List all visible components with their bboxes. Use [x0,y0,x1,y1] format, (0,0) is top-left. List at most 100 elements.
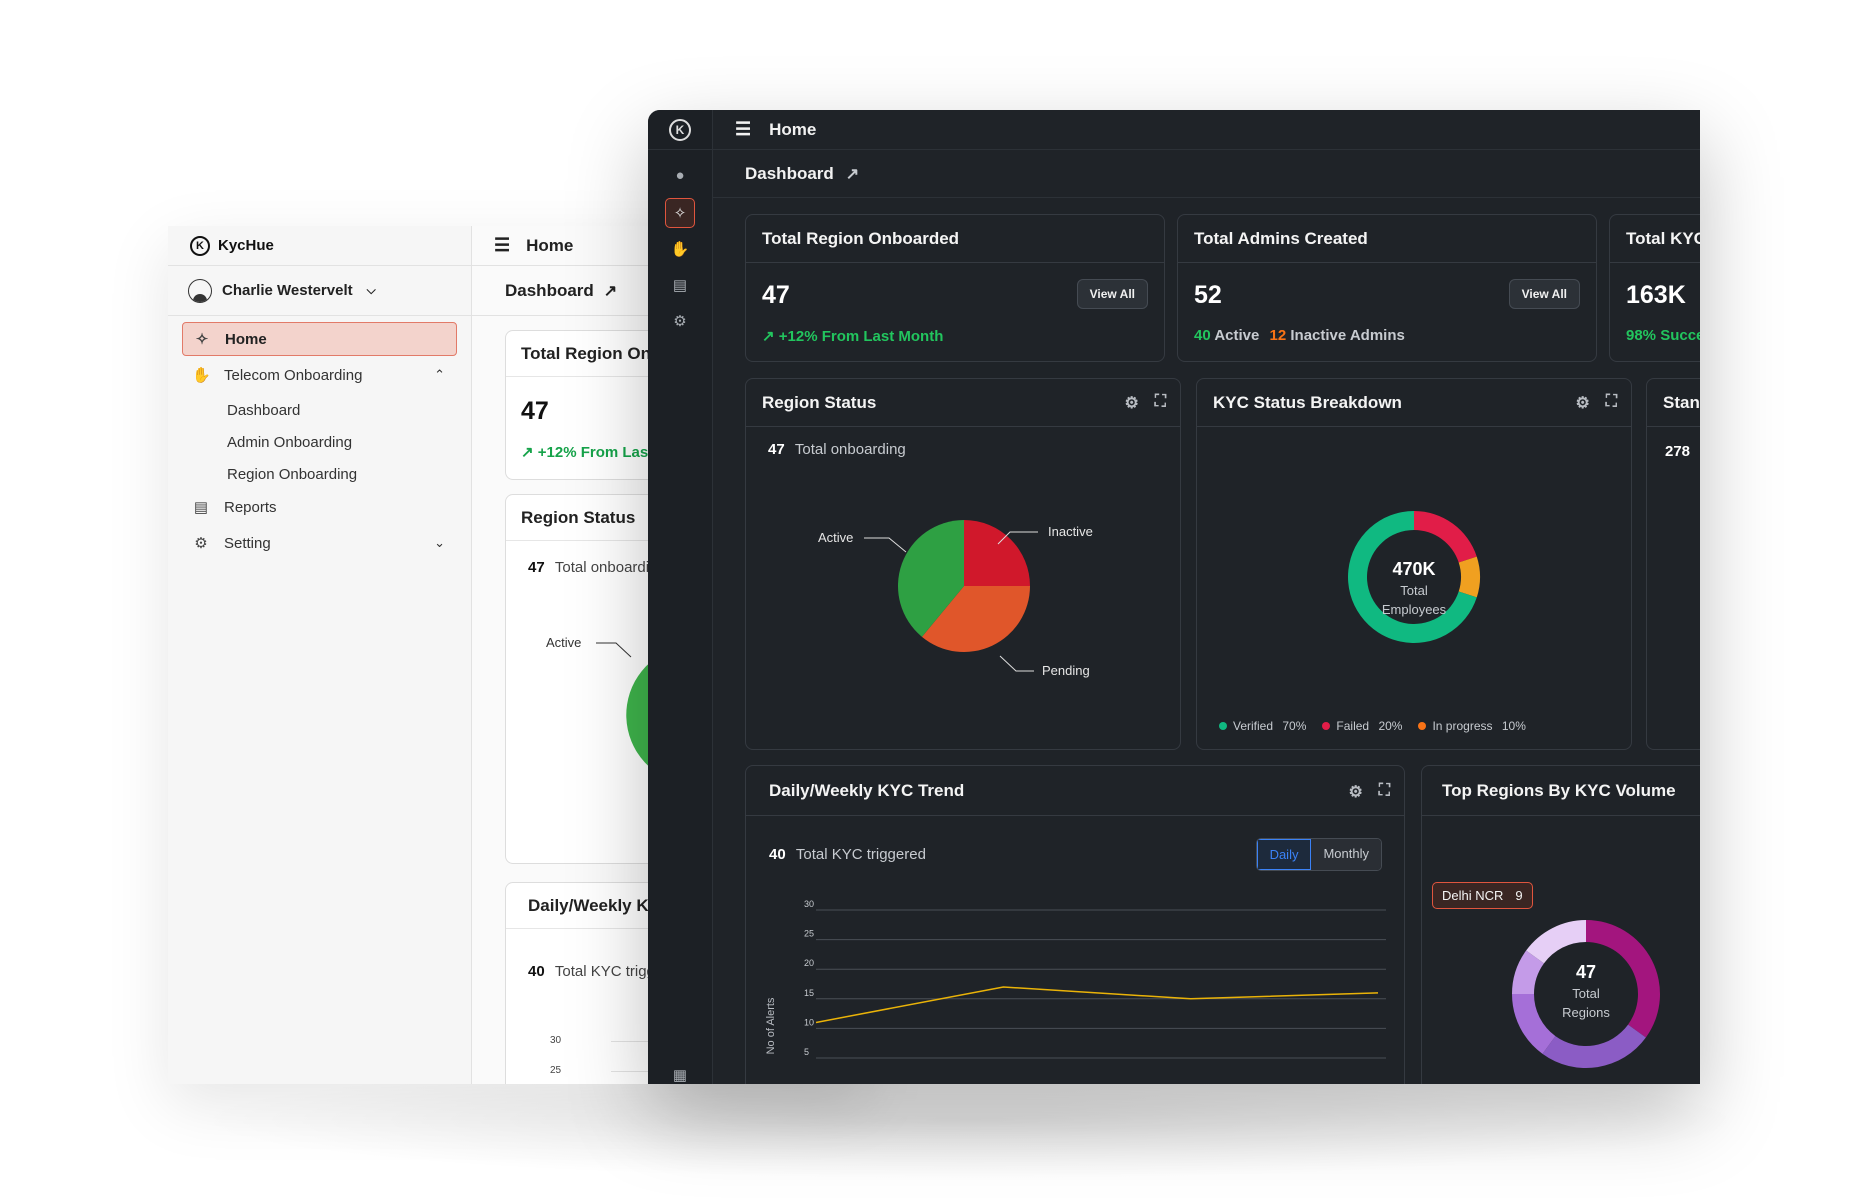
stat-card-total-kyc: Total KYC 163K 98% Succe [1609,214,1700,362]
gear-icon[interactable]: ⚙ [665,306,695,336]
handshake-icon: ✋ [192,367,211,384]
toggle-monthly[interactable]: Monthly [1311,839,1381,870]
card-actions: ⚙ ⛶ [1575,393,1617,413]
brand-logo-icon: K [190,235,210,256]
toggle-daily[interactable]: Daily [1256,839,1312,870]
handshake-icon[interactable]: ✋ [665,234,695,264]
page-title: Home [769,119,817,139]
y-tick-label: 15 [804,988,814,998]
view-all-button[interactable]: View All [1076,279,1148,309]
region-pie-chart: Active Inactive Pending [818,520,1093,678]
chart-grid: 30 25 20 15 10 5 [804,899,1386,1059]
network-icon[interactable]: ✧ [665,198,695,228]
chevron-down-icon: ⌵ [366,283,376,297]
sidebar-item-label: Telecom Onboarding [224,366,363,384]
legend-dot [1322,722,1331,730]
user-name: Charlie Westervelt [222,282,353,299]
sidebar-item-label: Reports [224,498,277,516]
subnav-dashboard[interactable]: Dashboard [182,394,457,426]
legend-item: Verified 70% [1219,719,1306,733]
gear-icon[interactable]: ⚙ [1124,393,1138,413]
gear-icon[interactable]: ⚙ [1575,393,1589,413]
document-icon[interactable]: ▤ [665,270,695,300]
trend-up-icon: ↗ [521,444,534,461]
partial-status-card: Stan 278 [1646,378,1700,750]
menu-icon[interactable]: ☰ [494,235,510,256]
card-value: 47 [521,397,549,425]
light-sidebar: K KycHue Charlie Westervelt ⌵ ✧ Home ✋ T… [168,226,472,1084]
trend-text: ↗ +12% From Last Month [762,327,943,345]
chevron-down-icon: ⌄ [434,535,445,550]
card-value: 47 [762,281,790,309]
period-toggle: Daily Monthly [1255,838,1382,871]
pie-label-pending: Pending [1042,663,1090,678]
chart-series [815,986,1379,1024]
card-title: Daily/Weekly KYC Trend ⚙ ⛶ [746,766,1404,816]
donut-slice-2[interactable] [1512,994,1556,1054]
card-value: 163K [1626,281,1686,309]
card-value: 278 [1665,443,1691,460]
trend-label: +12% From Last Month [778,328,944,345]
view-all-button[interactable]: View All [1508,279,1580,309]
y-axis-label: No of Alerts [765,997,777,1054]
card-title-text: KYC Status Breakdown [1213,392,1402,412]
pie-leader-line [596,642,632,658]
donut-legend: Verified 70% Failed 20% In progress 10% [1219,719,1526,733]
dashboard-label: Dashboard [745,163,834,183]
menu-icon[interactable]: ☰ [735,119,751,140]
trend-chart-icon: ↗ [845,165,860,183]
y-tick-label: 25 [550,1065,562,1076]
y-tick-label: 25 [804,929,814,939]
user-icon[interactable]: ● [665,160,695,190]
y-tick-label: 30 [804,899,814,909]
inactive-label: Inactive Admins [1290,327,1405,344]
donut-slice-in-progress[interactable] [1458,556,1480,598]
light-logo[interactable]: K KycHue [168,226,471,266]
inactive-count: 12 [1269,327,1287,344]
subnav-region-onboarding[interactable]: Region Onboarding [182,458,457,490]
series-line[interactable] [815,986,1379,1024]
page-title: Home [526,235,574,255]
sidebar-item-setting[interactable]: ⚙ Setting ⌄ [182,526,457,560]
legend-label: Verified [1233,719,1274,733]
expand-icon[interactable]: ⛶ [1155,393,1166,413]
donut-slice-4[interactable] [1526,920,1586,964]
top-regions-donut: 47 Total Regions [1512,920,1660,1068]
tooltip-name: Delhi NCR [1442,888,1504,903]
network-icon: ✧ [195,331,209,348]
rail-logo[interactable]: K [648,110,712,150]
card-title: Total KYC [1610,215,1700,263]
sidebar-item-home[interactable]: ✧ Home [182,322,457,356]
donut-center-label-2: Employees [1382,602,1447,617]
sidebar-item-reports[interactable]: ▤ Reports [182,490,457,524]
stat-card-total-region: Total Region Onboarded 47 View All ↗ +12… [745,214,1165,362]
legend-item: In progress 10% [1418,719,1526,733]
id-card-icon[interactable]: ▦ [665,1060,695,1084]
pie-slice-inactive[interactable] [964,520,1030,586]
legend-label: In progress [1432,719,1493,733]
pie-label-active: Active [546,635,581,650]
trend-up-icon: ↗ [762,328,775,345]
donut-slice-failed[interactable] [1414,511,1477,563]
sidebar-item-telecom-onboarding[interactable]: ✋ Telecom Onboarding ⌃ [182,358,457,392]
tooltip-value: 9 [1515,888,1523,903]
expand-icon[interactable]: ⛶ [1606,393,1617,413]
donut-center-value: 470K [1392,559,1435,579]
user-menu[interactable]: Charlie Westervelt ⌵ [168,266,471,316]
region-tooltip: Delhi NCR 9 [1432,882,1533,909]
donut-center-label-1: Total [1400,583,1428,598]
subnav-admin-onboarding[interactable]: Admin Onboarding [182,426,457,458]
expand-icon[interactable]: ⛶ [1379,782,1390,802]
sidebar-item-label: Setting [224,534,271,552]
gear-icon[interactable]: ⚙ [1348,782,1362,802]
y-tick-label: 30 [550,1035,562,1046]
avatar [188,278,212,303]
y-tick-label: 5 [804,1047,809,1057]
leader-line-pending [999,655,1034,672]
donut-slice-1[interactable] [1542,1024,1646,1068]
donut-center-value: 47 [1576,962,1596,982]
y-tick-label: 10 [804,1017,814,1027]
total-value: 40 [769,846,786,863]
card-actions: ⚙ ⛶ [1124,393,1166,413]
dashboard-label: Dashboard [505,280,594,300]
